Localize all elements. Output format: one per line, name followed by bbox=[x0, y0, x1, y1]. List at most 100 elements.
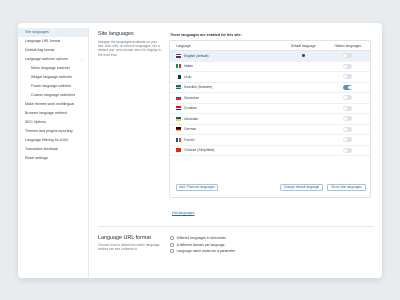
language-cell: French bbox=[170, 138, 281, 142]
hidden-cell bbox=[325, 74, 370, 80]
radio-button[interactable] bbox=[170, 236, 174, 241]
hide-language-toggle[interactable] bbox=[343, 74, 353, 80]
edit-languages-link[interactable]: Edit languages bbox=[172, 211, 194, 215]
settings-window: Site languages Language URL format Default… bbox=[18, 23, 382, 278]
flag-icon bbox=[176, 137, 181, 142]
sidebar-item[interactable]: Language URL format bbox=[18, 37, 88, 46]
language-name: Swedish (Sweden) bbox=[184, 85, 213, 90]
hidden-cell bbox=[325, 53, 370, 59]
language-cell: Chinese (Simplified) bbox=[170, 148, 281, 152]
language-row[interactable]: Croatian bbox=[170, 104, 370, 114]
sidebar-item-label: Default flag format bbox=[25, 48, 55, 52]
language-cell: German bbox=[170, 127, 281, 131]
url-format-option-label: A different domain per language bbox=[176, 242, 225, 247]
flag-icon bbox=[176, 127, 181, 132]
url-format-title: Language URL format bbox=[98, 235, 151, 241]
hide-language-toggle[interactable] bbox=[343, 147, 353, 153]
language-name: French bbox=[184, 137, 195, 142]
language-row[interactable]: Italian bbox=[170, 62, 370, 72]
language-cell: Urdu bbox=[170, 75, 281, 79]
sidebar-item-label: Language URL format bbox=[25, 39, 61, 43]
hide-language-toggle[interactable] bbox=[343, 63, 353, 69]
language-row[interactable]: Swedish (Sweden) bbox=[170, 83, 370, 93]
show-hide-languages-button[interactable]: Show hide languages bbox=[327, 184, 366, 191]
sidebar-item[interactable]: Menu language switcher bbox=[18, 64, 88, 73]
languages-table-panel: Language Default language Hidden languag… bbox=[169, 40, 371, 198]
sidebar-item-label: Language filtering for AJAX bbox=[25, 138, 69, 142]
language-name: English (default) bbox=[184, 53, 209, 58]
hidden-cell bbox=[325, 116, 370, 122]
language-name: Ukrainian bbox=[184, 116, 199, 121]
flag-icon bbox=[176, 74, 181, 79]
hide-language-toggle[interactable] bbox=[343, 126, 353, 132]
flag-icon bbox=[176, 85, 181, 90]
site-languages-description: Manage the languages available on your s… bbox=[98, 40, 161, 57]
hidden-cell bbox=[325, 147, 370, 153]
language-row[interactable]: Slovenian bbox=[170, 93, 370, 104]
hidden-cell bbox=[325, 63, 370, 69]
flag-icon bbox=[176, 95, 181, 100]
language-cell: Ukrainian bbox=[170, 117, 281, 121]
sidebar-item-label: SEO Options bbox=[25, 120, 46, 124]
default-cell bbox=[281, 54, 326, 58]
language-name: German bbox=[184, 127, 197, 132]
enabled-languages-info: These languages are enabled for this sit… bbox=[170, 33, 242, 37]
main-content: Site languages Manage the languages avai… bbox=[98, 23, 382, 278]
sidebar-item-label: Reset settings bbox=[25, 156, 48, 160]
sidebar-item-label: Language switcher options bbox=[25, 57, 68, 61]
site-languages-section: Site languages Manage the languages avai… bbox=[98, 31, 162, 57]
language-row[interactable]: French bbox=[170, 135, 370, 146]
sidebar-item-label: Footer language switcher bbox=[31, 84, 72, 88]
sidebar-item[interactable]: Widget language switcher bbox=[18, 73, 88, 82]
sidebar-item-label: Browser language redirect bbox=[25, 111, 67, 115]
hidden-cell bbox=[325, 126, 370, 132]
language-name: Chinese (Simplified) bbox=[184, 148, 215, 153]
languages-table-body: English (default) Italian Urdu Swedish (Swe… bbox=[170, 51, 370, 156]
sidebar-item[interactable]: Language filtering for AJAX bbox=[18, 136, 88, 145]
sidebar-item[interactable]: Custom language switchers bbox=[18, 91, 88, 100]
sidebar-item-label: Custom language switchers bbox=[31, 93, 76, 97]
column-default: Default language bbox=[290, 43, 316, 48]
languages-table-header: Language Default language Hidden languag… bbox=[170, 41, 370, 51]
hide-language-toggle[interactable] bbox=[343, 95, 353, 101]
sidebar-item[interactable]: Browser language redirect bbox=[18, 109, 88, 118]
hide-language-toggle[interactable] bbox=[343, 137, 353, 143]
sidebar-item-label: Themes and plugins reporting bbox=[25, 129, 73, 133]
add-remove-languages-button[interactable]: Add / Remove languages bbox=[176, 184, 218, 191]
default-language-radio[interactable] bbox=[301, 54, 305, 58]
sidebar-item[interactable]: Default flag format bbox=[18, 46, 88, 55]
hide-language-toggle[interactable] bbox=[343, 105, 353, 111]
url-format-option[interactable]: Language name added as a parameter bbox=[170, 248, 235, 255]
radio-button[interactable] bbox=[170, 242, 174, 247]
url-format-option-label: Different languages in directories bbox=[176, 236, 227, 241]
language-name: Urdu bbox=[184, 74, 192, 79]
sidebar-item[interactable]: SEO Options bbox=[18, 118, 88, 127]
sidebar-item-label: Site languages bbox=[25, 30, 49, 34]
sidebar-item[interactable]: Footer language switcher bbox=[18, 82, 88, 91]
language-row[interactable]: Urdu bbox=[170, 72, 370, 83]
language-cell: English (default) bbox=[170, 54, 281, 58]
language-row[interactable]: English (default) bbox=[170, 51, 370, 62]
sidebar-item[interactable]: Site languages bbox=[18, 28, 88, 37]
hidden-cell bbox=[325, 137, 370, 143]
language-row[interactable]: Ukrainian bbox=[170, 114, 370, 125]
settings-sidebar: Site languages Language URL format Default… bbox=[18, 28, 89, 278]
sidebar-item[interactable]: Language switcher options ⌄ bbox=[18, 55, 88, 64]
chevron-down-icon: ⌄ bbox=[79, 57, 83, 61]
sidebar-item[interactable]: Themes and plugins reporting bbox=[18, 127, 88, 136]
sidebar-item[interactable]: Translation feedback bbox=[18, 145, 88, 154]
hide-language-toggle[interactable] bbox=[343, 53, 353, 59]
column-language: Language bbox=[176, 43, 191, 48]
hide-language-toggle[interactable] bbox=[343, 84, 353, 90]
language-name: Slovenian bbox=[184, 95, 199, 100]
sidebar-item[interactable]: Reset settings bbox=[18, 154, 88, 163]
hide-language-toggle[interactable] bbox=[343, 116, 353, 122]
language-row[interactable]: Chinese (Simplified) bbox=[170, 146, 370, 156]
sidebar-item[interactable]: Make themes work multilingual bbox=[18, 100, 88, 109]
language-row[interactable]: German bbox=[170, 125, 370, 135]
sidebar-item-label: Widget language switcher bbox=[31, 75, 73, 79]
language-name: Croatian bbox=[184, 106, 197, 111]
section-divider bbox=[98, 226, 374, 227]
change-default-language-button[interactable]: Change default language bbox=[280, 184, 323, 191]
radio-button[interactable] bbox=[170, 249, 174, 254]
